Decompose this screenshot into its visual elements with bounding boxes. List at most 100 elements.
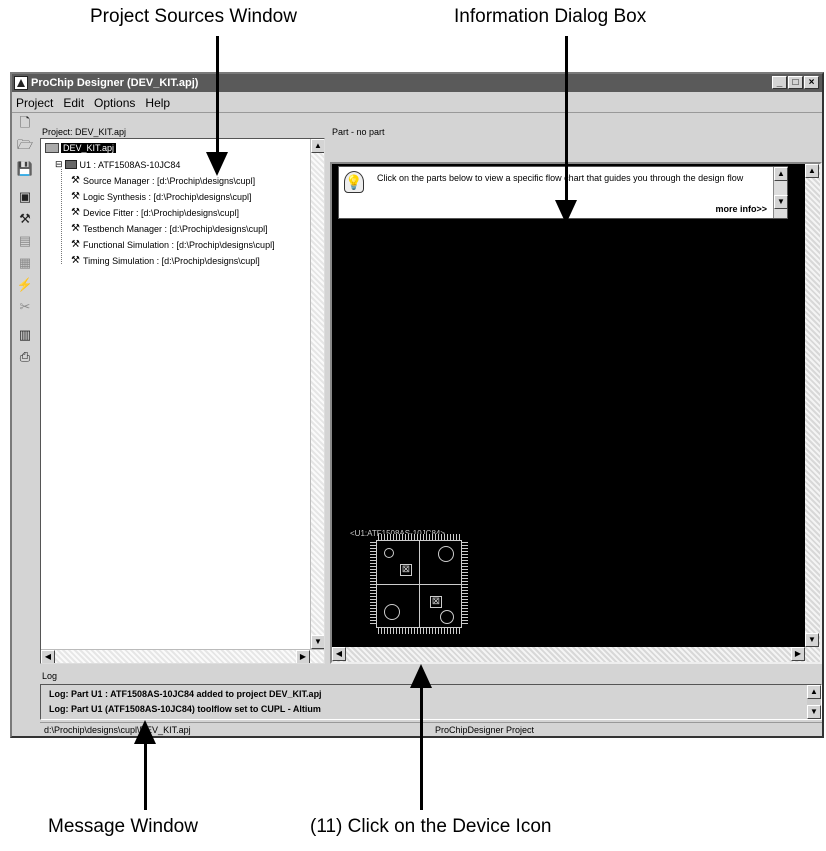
tree-item-testbench-manager[interactable]: ⚒ Testbench Manager : [d:\Prochip\designs…: [71, 223, 268, 234]
tree-item-label: Logic Synthesis : [d:\Prochip\designs\cu…: [82, 191, 252, 202]
chip-circle: [440, 610, 454, 624]
lightning-icon[interactable]: ⚡: [16, 276, 34, 294]
menu-edit[interactable]: Edit: [63, 96, 84, 110]
chip-pins-bottom: [378, 628, 460, 634]
callout-device-icon: (11) Click on the Device Icon: [310, 816, 552, 837]
tree-horizontal-scrollbar[interactable]: ◀ ▶: [41, 649, 324, 663]
callout-message-window: Message Window: [48, 816, 198, 837]
close-button[interactable]: ×: [804, 76, 819, 89]
tree-item-device-fitter[interactable]: ⚒ Device Fitter : [d:\Prochip\designs\cup…: [71, 207, 239, 218]
tree-item-label: Timing Simulation : [d:\Prochip\designs\…: [82, 255, 260, 266]
arrow-project-sources-line: [216, 36, 219, 158]
chip-pins-right: [462, 542, 468, 626]
log-label: Log: [42, 671, 58, 681]
title-bar: ProChip Designer (DEV_KIT.apj) _ □ ×: [12, 74, 822, 92]
log-scroll-up-button[interactable]: ▲: [807, 685, 821, 699]
arrow-project-sources-head: [206, 152, 228, 176]
log-line: Log: Part U1 (ATF1508AS-10JC84) toolflow…: [49, 704, 321, 714]
window-title: ProChip Designer (DEV_KIT.apj): [31, 77, 199, 89]
tree-item-label: Device Fitter : [d:\Prochip\designs\cupl…: [82, 207, 240, 218]
save-icon[interactable]: 💾: [16, 160, 34, 178]
document-icon[interactable]: ▤: [16, 232, 34, 250]
more-info-link[interactable]: more info>>: [715, 204, 767, 214]
arrow-info-dialog-head: [555, 200, 577, 224]
print-preview-icon[interactable]: ⎙: [16, 348, 34, 366]
gallery-icon[interactable]: ▥: [16, 326, 34, 344]
arrow-message-window-head: [134, 720, 156, 744]
menu-project[interactable]: Project: [16, 96, 53, 110]
message-window[interactable]: Log: Part U1 : ATF1508AS-10JC84 added to…: [40, 684, 822, 720]
device-icon[interactable]: ⊠ ⊠: [370, 534, 468, 634]
part-horizontal-scrollbar[interactable]: ◀ ▶: [332, 647, 820, 662]
part-scroll-left-button[interactable]: ◀: [332, 647, 346, 661]
tree-item-label: Testbench Manager : [d:\Prochip\designs\…: [82, 223, 268, 234]
wrench-icon: ⚒: [71, 255, 80, 266]
tree-item-source-manager[interactable]: ⚒ Source Manager : [d:\Prochip\designs\cu…: [71, 175, 255, 186]
tree-item-label: Source Manager : [d:\Prochip\designs\cup…: [82, 175, 256, 186]
scissors-icon[interactable]: ✂: [16, 298, 34, 316]
status-path: d:\Prochip\designs\cupl\DEV_KIT.apj: [44, 725, 191, 735]
folder-icon: [45, 143, 59, 153]
scroll-up-button[interactable]: ▲: [311, 139, 324, 153]
part-vertical-scrollbar[interactable]: ▲ ▼: [805, 164, 820, 647]
tools-icon[interactable]: ⚒: [16, 210, 34, 228]
maximize-button[interactable]: □: [788, 76, 803, 89]
log-line: Log: Part U1 : ATF1508AS-10JC84 added to…: [49, 689, 322, 699]
part-scroll-up-button[interactable]: ▲: [805, 164, 819, 178]
wrench-icon: ⚒: [71, 239, 80, 250]
info-text: Click on the parts below to view a speci…: [377, 173, 744, 183]
status-project-type: ProChipDesigner Project: [435, 725, 535, 735]
log-scroll-down-button[interactable]: ▼: [807, 705, 821, 719]
chip-circle: [384, 604, 400, 620]
part-scroll-down-button[interactable]: ▼: [805, 633, 819, 647]
info-scroll-up-button[interactable]: ▲: [774, 167, 788, 181]
log-scrollbar[interactable]: ▲ ▼: [807, 685, 821, 719]
menu-options[interactable]: Options: [94, 96, 135, 110]
arrow-message-window-line: [144, 742, 147, 810]
chip-circle: [438, 546, 454, 562]
scroll-right-button[interactable]: ▶: [296, 650, 310, 663]
notepad-icon[interactable]: ▦: [16, 254, 34, 272]
tree-item-timing-simulation[interactable]: ⚒ Timing Simulation : [d:\Prochip\designs…: [71, 255, 260, 266]
part-scroll-right-button[interactable]: ▶: [791, 647, 805, 661]
open-folder-icon[interactable]: 🗁: [16, 137, 34, 156]
arrow-device-icon-line: [420, 686, 423, 810]
tree-connector: [61, 169, 62, 264]
arrow-device-icon-head: [410, 664, 432, 688]
tree-item-functional-simulation[interactable]: ⚒ Functional Simulation : [d:\Prochip\des…: [71, 239, 275, 250]
wrench-icon: ⚒: [71, 175, 80, 186]
status-bar: d:\Prochip\designs\cupl\DEV_KIT.apj ProC…: [40, 722, 822, 738]
new-file-icon[interactable]: 🗋: [16, 115, 34, 134]
chip-cross-box: ⊠: [400, 564, 412, 576]
part-view-panel[interactable]: 💡 Click on the parts below to view a spe…: [330, 162, 822, 664]
scroll-down-button[interactable]: ▼: [311, 635, 324, 649]
tree-part-label: U1 : ATF1508AS-10JC84: [79, 159, 181, 170]
callout-info-dialog: Information Dialog Box: [454, 6, 647, 27]
wrench-icon: ⚒: [71, 223, 80, 234]
callout-project-sources: Project Sources Window: [90, 6, 297, 27]
part-label: Part - no part: [332, 127, 385, 137]
wrench-icon: ⚒: [71, 207, 80, 218]
menu-bar: Project Edit Options Help: [12, 93, 822, 113]
scroll-left-button[interactable]: ◀: [41, 650, 55, 663]
app-window: ProChip Designer (DEV_KIT.apj) _ □ × Pro…: [10, 72, 824, 738]
tree-root-item[interactable]: DEV_KIT.apj: [45, 143, 117, 153]
chip-cross-box: ⊠: [430, 596, 442, 608]
chip-icon: [64, 160, 77, 169]
chip-divider-v: [419, 540, 420, 628]
chip-circle-small: [384, 548, 394, 558]
app-logo-icon: [14, 76, 28, 90]
lightbulb-icon: 💡: [344, 171, 364, 193]
info-scrollbar[interactable]: ▲ ▼: [773, 167, 788, 218]
tree-vertical-scrollbar[interactable]: ▲ ▼: [310, 139, 324, 649]
menu-help[interactable]: Help: [145, 96, 170, 110]
wrench-icon: ⚒: [71, 191, 80, 202]
chip-icon[interactable]: ▣: [16, 188, 34, 206]
info-scroll-down-button[interactable]: ▼: [774, 195, 788, 209]
tree-part-item[interactable]: ⊟ U1 : ATF1508AS-10JC84: [55, 159, 180, 170]
tree-item-logic-synthesis[interactable]: ⚒ Logic Synthesis : [d:\Prochip\designs\c…: [71, 191, 252, 202]
project-sources-window[interactable]: DEV_KIT.apj ⊟ U1 : ATF1508AS-10JC84 ⚒ Sou…: [40, 138, 325, 664]
minimize-button[interactable]: _: [772, 76, 787, 89]
project-label: Project: DEV_KIT.apj: [42, 127, 127, 137]
tree-root-label: DEV_KIT.apj: [61, 143, 117, 153]
